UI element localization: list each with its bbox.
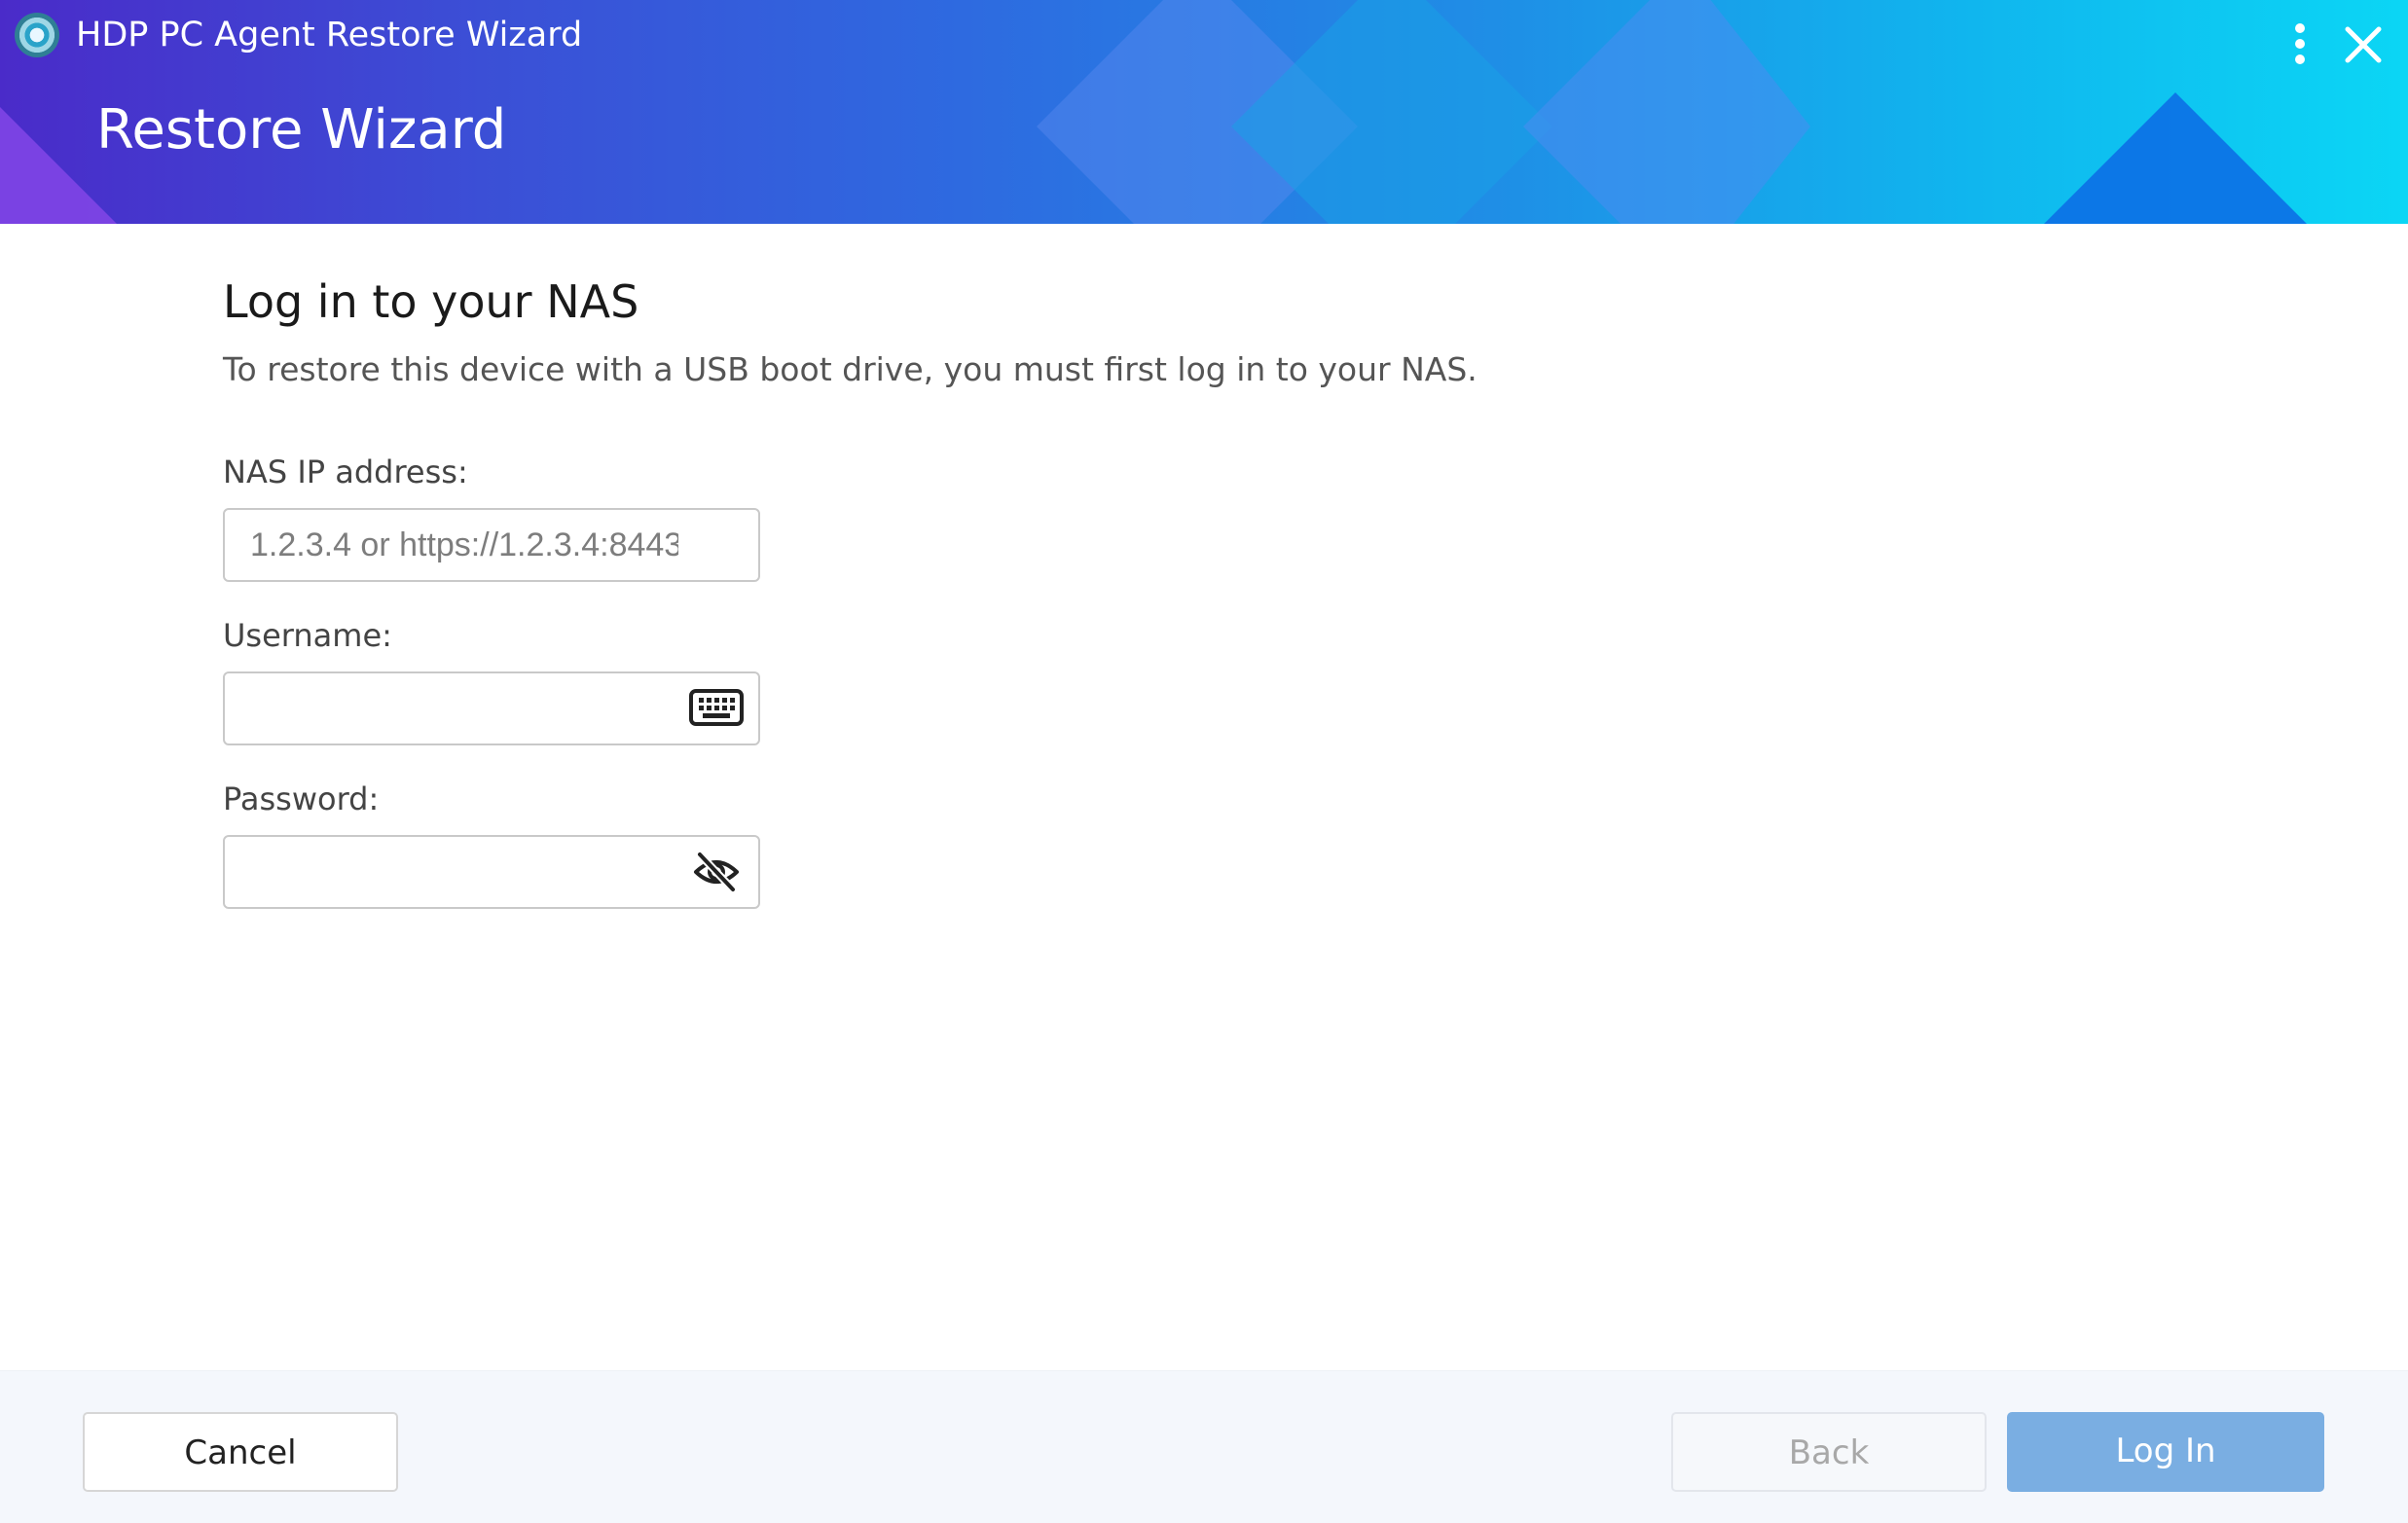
page-heading: Log in to your NAS: [223, 275, 639, 328]
more-vertical-icon: [2295, 23, 2305, 64]
app-title: HDP PC Agent Restore Wizard: [76, 16, 583, 54]
wizard-title: Restore Wizard: [96, 98, 507, 162]
title-bar: HDP PC Agent Restore Wizard Restore Wiza…: [0, 0, 2408, 224]
page-description: To restore this device with a USB boot d…: [223, 350, 1478, 388]
back-button[interactable]: Back: [1671, 1412, 1987, 1492]
password-field: [223, 835, 760, 909]
password-label: Password:: [223, 780, 380, 817]
nas-ip-label: NAS IP address:: [223, 453, 468, 490]
app-logo-icon: [15, 13, 59, 57]
login-panel: Log in to your NAS To restore this devic…: [0, 224, 2408, 1370]
footer-bar: Cancel Back Log In: [0, 1370, 2408, 1523]
eye-slash-icon: [694, 852, 739, 892]
cancel-button[interactable]: Cancel: [83, 1412, 398, 1492]
virtual-keyboard-button[interactable]: [688, 685, 745, 732]
password-input[interactable]: [250, 837, 678, 907]
keyboard-icon: [689, 689, 744, 726]
username-field: [223, 671, 760, 745]
username-input[interactable]: [250, 673, 678, 743]
close-icon: [2345, 26, 2382, 63]
log-in-button[interactable]: Log In: [2007, 1412, 2324, 1492]
toggle-password-visibility-button[interactable]: [688, 849, 745, 895]
nas-ip-field: [223, 508, 760, 582]
nas-ip-input[interactable]: [250, 510, 678, 580]
close-button[interactable]: [2336, 18, 2390, 72]
username-label: Username:: [223, 617, 392, 654]
more-options-button[interactable]: [2278, 19, 2322, 70]
